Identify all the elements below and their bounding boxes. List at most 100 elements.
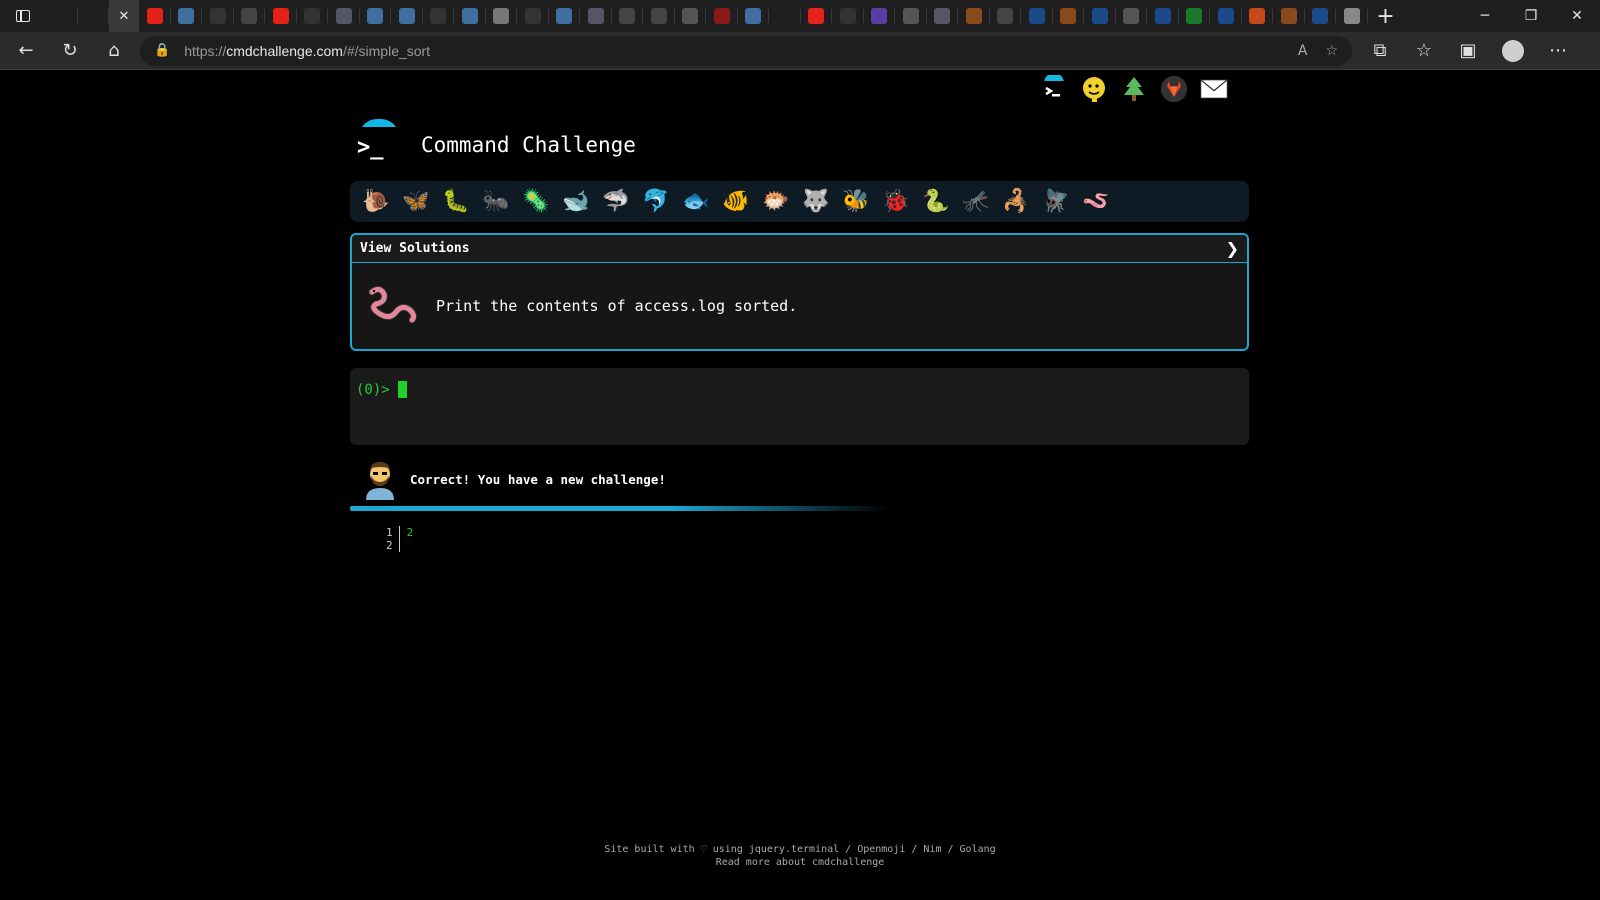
caterpillar-icon[interactable]: 🐛 [436, 187, 476, 217]
browser-tab[interactable] [139, 0, 171, 32]
tab-actions-menu-icon[interactable] [0, 0, 46, 32]
cmdchallenge-logo[interactable]: >_ [357, 119, 399, 163]
fly-icon[interactable]: 🪰 [1036, 187, 1076, 217]
green-icon [1186, 8, 1203, 24]
browser-tab[interactable] [46, 0, 78, 32]
wolf-icon[interactable]: 🐺 [796, 187, 836, 217]
man-avatar-icon [362, 458, 398, 500]
microbe-icon[interactable]: 🦠 [516, 187, 556, 217]
ant-icon[interactable]: 🐜 [476, 187, 516, 217]
browser-tab[interactable] [423, 0, 454, 32]
youtube-icon [146, 8, 163, 24]
add-favorite-icon[interactable]: ☆ [1325, 43, 1338, 59]
new-tab-button[interactable]: + [1368, 0, 1404, 32]
worm-green-icon[interactable]: 🐍 [916, 187, 956, 217]
profile-avatar[interactable] [1502, 39, 1524, 62]
browser-tab[interactable] [1336, 0, 1368, 32]
browser-tab[interactable] [1021, 0, 1053, 32]
browser-tab[interactable] [1305, 0, 1336, 32]
more-menu-icon[interactable]: ⋯ [1536, 32, 1580, 70]
browser-tab[interactable] [1242, 0, 1273, 32]
browser-tab[interactable] [391, 0, 423, 32]
browser-tab[interactable] [1273, 0, 1305, 32]
browser-tab[interactable] [643, 0, 675, 32]
browser-tab[interactable] [360, 0, 391, 32]
browser-tab[interactable] [1147, 0, 1179, 32]
extensions-icon[interactable]: ⧉ [1358, 32, 1402, 70]
browser-tab[interactable] [171, 0, 202, 32]
browser-tab[interactable] [1210, 0, 1242, 32]
gitlab-icon[interactable] [1160, 75, 1188, 103]
output-lines: 2 [400, 526, 414, 552]
browser-tab[interactable] [454, 0, 486, 32]
browser-tab[interactable] [738, 0, 769, 32]
browser-tab[interactable] [958, 0, 990, 32]
shark-icon[interactable]: 🦈 [596, 187, 636, 217]
browser-tab[interactable] [1053, 0, 1084, 32]
browser-tab[interactable] [1116, 0, 1147, 32]
worm-pink-icon[interactable]: 🪱 [1076, 187, 1116, 217]
browser-tab[interactable] [1179, 0, 1210, 32]
mail-icon[interactable] [1200, 75, 1228, 103]
search-icon [1028, 8, 1045, 24]
terminal-icon[interactable] [1040, 75, 1068, 103]
terminal-input[interactable]: (0)> [350, 368, 1249, 445]
browser-tab[interactable] [549, 0, 580, 32]
favorites-icon[interactable]: ☆ [1402, 32, 1446, 70]
browser-tab[interactable] [927, 0, 958, 32]
browser-tab[interactable] [202, 0, 234, 32]
browser-tab[interactable] [78, 0, 109, 32]
close-icon[interactable]: ✕ [116, 8, 132, 24]
close-window-icon[interactable]: ✕ [1554, 0, 1600, 32]
butterfly-icon[interactable]: 🦋 [396, 187, 436, 217]
minimize-icon[interactable]: ─ [1462, 0, 1508, 32]
view-solutions-header[interactable]: View Solutions ❯ [352, 235, 1247, 263]
python-icon [745, 8, 762, 24]
browser-tab[interactable] [1084, 0, 1116, 32]
snail-icon[interactable]: 🐌 [356, 187, 396, 217]
whale-icon[interactable]: 🐋 [556, 187, 596, 217]
home-icon[interactable]: ⌂ [92, 32, 136, 70]
search-icon [1091, 8, 1108, 24]
browser-tab[interactable] [612, 0, 643, 32]
chat-icon[interactable] [1080, 75, 1108, 103]
refresh-icon[interactable]: ↻ [48, 32, 92, 70]
chevron-right-icon[interactable]: ❯ [1226, 239, 1239, 258]
browser-tab[interactable] [990, 0, 1021, 32]
blowfish-icon[interactable]: 🐡 [756, 187, 796, 217]
browser-tab[interactable] [580, 0, 612, 32]
fish-icon[interactable]: 🐟 [676, 187, 716, 217]
ladybug-icon[interactable]: 🐞 [876, 187, 916, 217]
browser-tab[interactable] [832, 0, 864, 32]
browser-tab[interactable]: ✕ [109, 0, 139, 32]
mosquito-icon[interactable]: 🦟 [956, 187, 996, 217]
restore-icon[interactable]: ❐ [1508, 0, 1554, 32]
tree-icon[interactable] [1120, 75, 1148, 103]
browser-tab[interactable] [675, 0, 706, 32]
browser-tab[interactable] [328, 0, 360, 32]
browser-tab[interactable] [769, 0, 801, 32]
browser-tab[interactable] [864, 0, 895, 32]
search-icon [1217, 8, 1234, 24]
youtube-icon [808, 8, 825, 24]
lock-icon[interactable]: 🔒 [154, 43, 170, 58]
scorpion-icon[interactable]: 🦂 [996, 187, 1036, 217]
browser-tab[interactable] [517, 0, 549, 32]
browser-tab[interactable] [801, 0, 832, 32]
read-aloud-icon[interactable]: A [1298, 43, 1308, 59]
browser-tab[interactable] [486, 0, 517, 32]
orange-icon [1249, 8, 1266, 24]
bee-icon[interactable]: 🐝 [836, 187, 876, 217]
address-bar[interactable]: 🔒 https://cmdchallenge.com/#/simple_sort… [140, 35, 1352, 66]
back-icon[interactable]: ← [4, 32, 48, 70]
browser-tab[interactable] [706, 0, 738, 32]
browser-tab[interactable] [297, 0, 328, 32]
browser-tab[interactable] [265, 0, 297, 32]
browser-tab[interactable] [895, 0, 927, 32]
tab-strip: ✕ + ─ ❐ ✕ [0, 0, 1600, 32]
browser-tab[interactable] [234, 0, 265, 32]
dolphin-icon[interactable]: 🐬 [636, 187, 676, 217]
footer-about-link[interactable]: Read more about cmdchallenge [0, 856, 1600, 869]
collections-icon[interactable]: ▣ [1446, 32, 1490, 70]
tropical-fish-icon[interactable]: 🐠 [716, 187, 756, 217]
